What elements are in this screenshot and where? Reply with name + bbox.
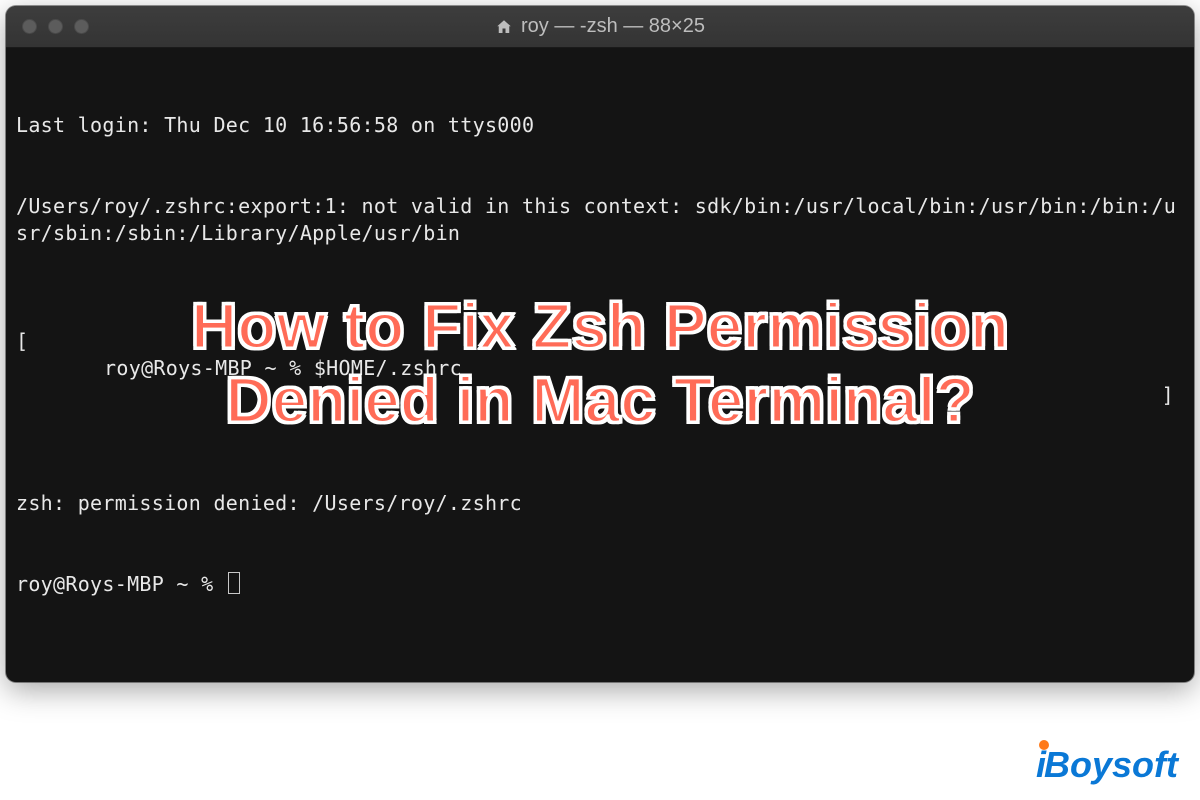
minimize-button[interactable] (48, 19, 63, 34)
watermark-text: Boysoft (1044, 744, 1178, 786)
prompt-close-bracket: ] (1162, 382, 1174, 409)
home-icon (495, 18, 513, 36)
watermark-dot-icon (1039, 740, 1049, 750)
terminal-output-line: Last login: Thu Dec 10 16:56:58 on ttys0… (16, 112, 1184, 139)
terminal-command: roy@Roys-MBP ~ % $HOME/.zshrc (90, 356, 462, 380)
terminal-prompt-row: [ roy@Roys-MBP ~ % $HOME/.zshrc ] (16, 301, 1184, 436)
cursor (228, 572, 240, 594)
traffic-lights[interactable] (22, 19, 89, 34)
prompt-text: roy@Roys-MBP ~ % (16, 572, 226, 596)
terminal-output-line: /Users/roy/.zshrc:export:1: not valid in… (16, 193, 1184, 247)
terminal-window: roy — -zsh — 88×25 Last login: Thu Dec 1… (6, 6, 1194, 682)
terminal-body[interactable]: Last login: Thu Dec 10 16:56:58 on ttys0… (6, 48, 1194, 662)
watermark-logo: iBoysoft (1036, 744, 1178, 786)
window-title: roy — -zsh — 88×25 (6, 15, 1194, 38)
terminal-prompt-current[interactable]: roy@Roys-MBP ~ % (16, 571, 1184, 598)
close-button[interactable] (22, 19, 37, 34)
zoom-button[interactable] (74, 19, 89, 34)
window-titlebar: roy — -zsh — 88×25 (6, 6, 1194, 48)
window-title-text: roy — -zsh — 88×25 (521, 15, 705, 38)
watermark-i: i (1036, 744, 1046, 786)
terminal-error-line: zsh: permission denied: /Users/roy/.zshr… (16, 490, 1184, 517)
prompt-open-bracket: [ (16, 328, 28, 355)
